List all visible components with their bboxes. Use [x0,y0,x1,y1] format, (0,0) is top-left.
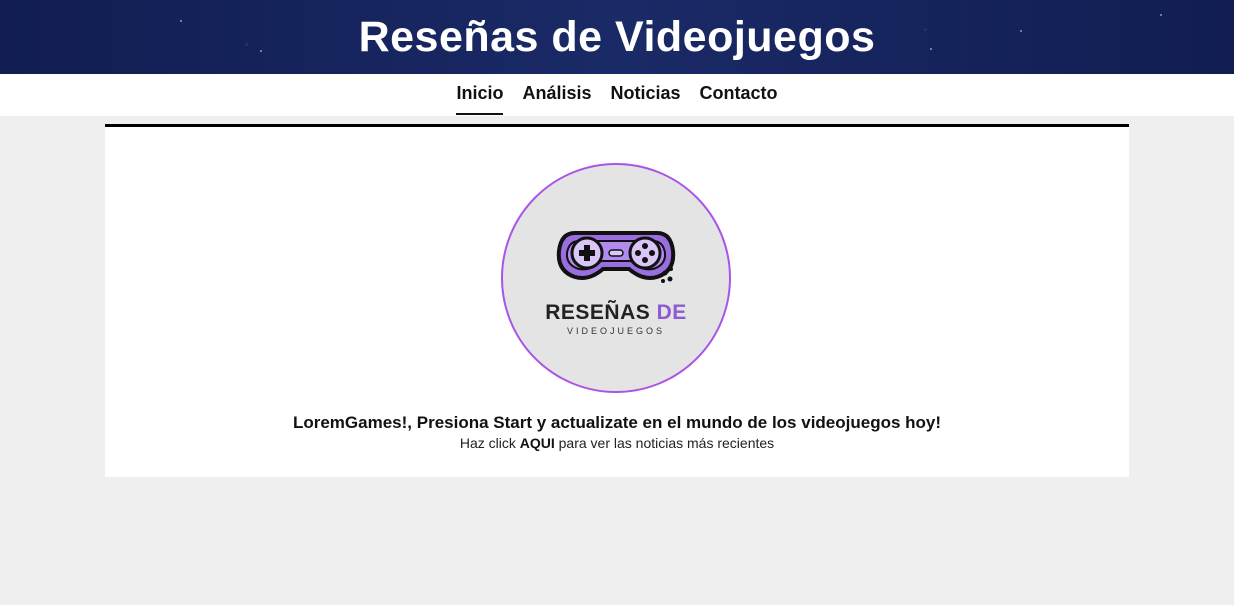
news-prompt-prefix: Haz click [459,435,516,451]
site-banner: Reseñas de Videojuegos [0,0,1234,74]
logo-subword: VIDEOJUEGOS [566,326,665,336]
nav-link-analisis[interactable]: Análisis [522,75,591,115]
logo-word-de: DE [656,301,687,324]
main-content: RESEÑAS DE VIDEOJUEGOS LoremGames!, Pres… [105,124,1129,477]
tagline: LoremGames!, Presiona Start y actualizat… [292,413,942,432]
nav-link-contacto[interactable]: Contacto [700,75,778,115]
star-decoration [1020,30,1022,32]
star-decoration [1160,14,1162,16]
logo-wordmark: RESEÑAS DE [503,301,729,325]
site-logo[interactable]: RESEÑAS DE VIDEOJUEGOS [501,163,731,393]
star-decoration [930,48,932,50]
news-prompt-suffix: para ver las noticias más recientes [558,435,775,451]
news-prompt: Haz click AQUI para ver las noticias más… [105,435,1129,451]
star-decoration [180,20,182,22]
main-nav: Inicio Análisis Noticias Contacto [0,74,1234,116]
nav-link-inicio[interactable]: Inicio [456,75,504,115]
logo-word-resenas: RESEÑAS [545,301,651,324]
site-title: Reseñas de Videojuegos [358,12,876,61]
star-decoration [260,50,262,52]
news-link[interactable]: AQUI [520,435,555,451]
nav-link-noticias[interactable]: Noticias [611,75,681,115]
gamepad-icon [556,231,676,283]
